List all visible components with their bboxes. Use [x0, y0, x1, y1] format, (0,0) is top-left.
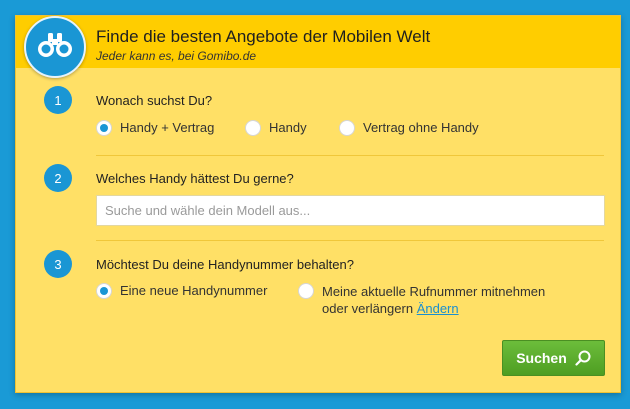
search-panel: Finde die besten Angebote der Mobilen We… — [15, 15, 621, 393]
change-link[interactable]: Ändern — [417, 301, 459, 316]
search-button[interactable]: Suchen — [502, 340, 605, 376]
radio-label: Eine neue Handynummer — [120, 283, 268, 298]
radio-handy[interactable]: Handy — [245, 120, 307, 136]
divider — [96, 240, 604, 241]
radio-neue-nummer[interactable]: Eine neue Handynummer — [96, 283, 267, 299]
radio-handy-vertrag[interactable]: Handy + Vertrag — [96, 120, 214, 136]
radio-label: Vertrag ohne Handy — [363, 120, 479, 135]
radio-selected-icon[interactable] — [96, 283, 112, 299]
step-2-question: Welches Handy hättest Du gerne? — [96, 171, 294, 186]
radio-unselected-icon[interactable] — [245, 120, 261, 136]
step-2-badge: 2 — [44, 164, 72, 192]
radio-unselected-icon[interactable] — [339, 120, 355, 136]
step-1-question: Wonach suchst Du? — [96, 93, 213, 108]
radio-nummer-mitnehmen[interactable]: Meine aktuelle Rufnummer mitnehmen oder … — [298, 283, 545, 317]
panel-subtitle: Jeder kann es, bei Gomibo.de — [96, 49, 257, 63]
search-icon — [575, 350, 591, 366]
step-3-question: Möchtest Du deine Handynummer behalten? — [96, 257, 354, 272]
radio-label-line1: Meine aktuelle Rufnummer mitnehmen — [322, 284, 546, 299]
radio-label-line2: oder verlängern — [322, 301, 414, 316]
radio-unselected-icon[interactable] — [298, 283, 314, 299]
step-3-badge: 3 — [44, 250, 72, 278]
binoculars-icon — [37, 31, 73, 64]
radio-label: Handy — [269, 120, 307, 135]
panel-header: Finde die besten Angebote der Mobilen We… — [16, 16, 620, 68]
binoculars-logo — [24, 16, 86, 78]
radio-vertrag-ohne-handy[interactable]: Vertrag ohne Handy — [339, 120, 479, 136]
divider — [96, 155, 604, 156]
model-search-input[interactable] — [96, 195, 605, 226]
radio-label: Handy + Vertrag — [120, 120, 215, 135]
radio-label: Meine aktuelle Rufnummer mitnehmen oder … — [322, 283, 545, 317]
panel-title: Finde die besten Angebote der Mobilen We… — [96, 27, 431, 46]
step-1-badge: 1 — [44, 86, 72, 114]
search-button-label: Suchen — [516, 350, 567, 366]
radio-selected-icon[interactable] — [96, 120, 112, 136]
